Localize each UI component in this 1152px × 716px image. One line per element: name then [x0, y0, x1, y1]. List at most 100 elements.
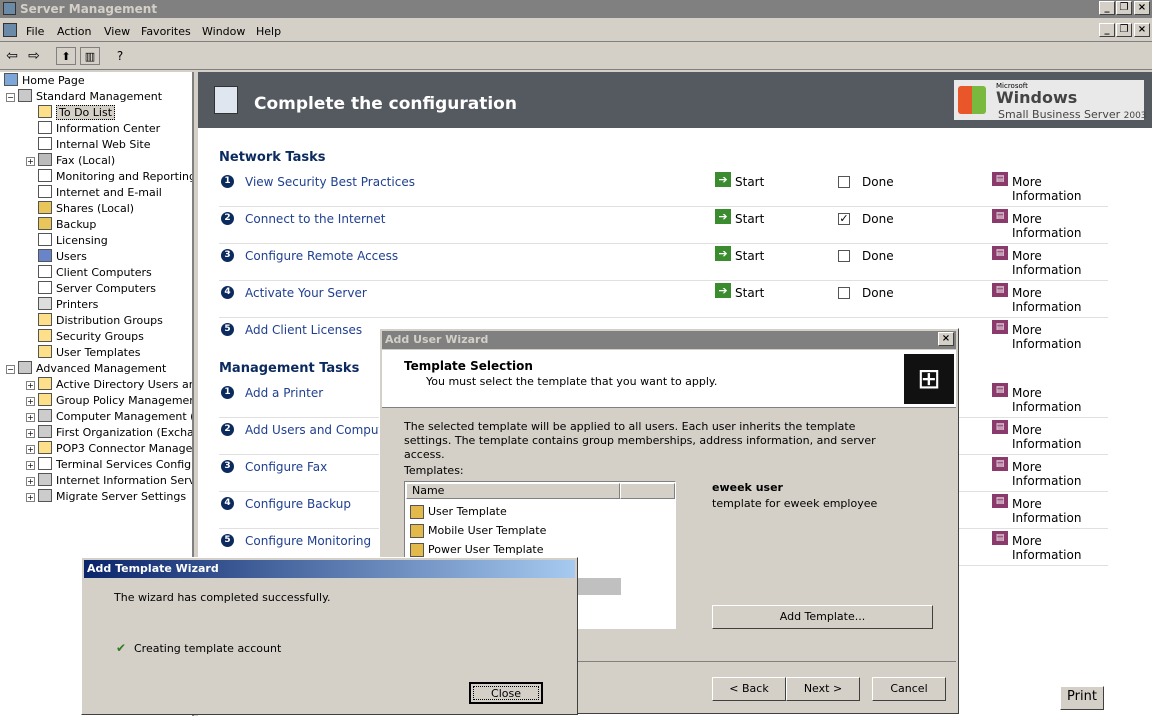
task-link[interactable]: Configure Remote Access: [245, 249, 398, 263]
tree-item-users[interactable]: Users: [38, 249, 87, 265]
menu-favorites[interactable]: Favorites: [141, 25, 191, 38]
book-icon[interactable]: ▤: [992, 383, 1008, 397]
task-link[interactable]: Add Users and Compute: [245, 423, 391, 437]
list-item[interactable]: Mobile User Template: [410, 522, 546, 540]
more-information-link[interactable]: More Information: [1012, 460, 1108, 488]
tree-item-pop3-connector[interactable]: POP3 Connector Manager: [38, 441, 192, 457]
task-link[interactable]: Configure Fax: [245, 460, 327, 474]
task-link[interactable]: Add a Printer: [245, 386, 323, 400]
task-link[interactable]: Connect to the Internet: [245, 212, 385, 226]
tree-item-user-templates[interactable]: User Templates: [38, 345, 141, 361]
task-link[interactable]: Add Client Licenses: [245, 323, 362, 337]
add-template-button[interactable]: Add Template...: [712, 605, 933, 629]
book-icon[interactable]: ▤: [992, 283, 1008, 297]
tree-item-terminal-services[interactable]: Terminal Services Configura: [38, 457, 192, 473]
tree-item-advanced-management[interactable]: Advanced Management: [18, 361, 166, 377]
done-checkbox[interactable]: [838, 250, 850, 262]
tree-item-computer-management[interactable]: Computer Management (Lo: [38, 409, 192, 425]
book-icon[interactable]: ▤: [992, 172, 1008, 186]
tree-item-standard-management[interactable]: Standard Management: [18, 89, 162, 105]
more-information-link[interactable]: More Information: [1012, 212, 1108, 240]
tree-item-group-policy[interactable]: Group Policy Management: [38, 393, 192, 409]
menu-action[interactable]: Action: [57, 25, 91, 38]
more-information-link[interactable]: More Information: [1012, 386, 1108, 414]
tree-item-client-computers[interactable]: Client Computers: [38, 265, 152, 281]
child-close-button[interactable]: ×: [1134, 23, 1150, 37]
up-folder-icon[interactable]: ⬆: [56, 47, 76, 65]
tree-item-security-groups[interactable]: Security Groups: [38, 329, 144, 345]
expand-toggle[interactable]: +: [26, 493, 35, 502]
task-link[interactable]: View Security Best Practices: [245, 175, 415, 189]
tree-item-internal-web-site[interactable]: Internal Web Site: [38, 137, 151, 153]
print-button[interactable]: Print: [1060, 686, 1104, 710]
task-link[interactable]: Configure Backup: [245, 497, 351, 511]
help-icon[interactable]: ?: [110, 47, 130, 65]
book-icon[interactable]: ▤: [992, 320, 1008, 334]
tree-item-backup[interactable]: Backup: [38, 217, 96, 233]
tree-item-iis[interactable]: Internet Information Servic: [38, 473, 192, 489]
tree-item-fax[interactable]: Fax (Local): [38, 153, 115, 169]
more-information-link[interactable]: More Information: [1012, 423, 1108, 451]
expand-toggle[interactable]: +: [26, 397, 35, 406]
child-restore-button[interactable]: ❐: [1116, 23, 1132, 37]
dialog-close-button[interactable]: ×: [938, 332, 954, 346]
expand-toggle[interactable]: +: [26, 445, 35, 454]
expand-toggle[interactable]: +: [26, 381, 35, 390]
next-button[interactable]: Next >: [786, 677, 860, 701]
more-information-link[interactable]: More Information: [1012, 249, 1108, 277]
expand-toggle[interactable]: +: [26, 461, 35, 470]
book-icon[interactable]: ▤: [992, 457, 1008, 471]
book-icon[interactable]: ▤: [992, 531, 1008, 545]
expand-toggle[interactable]: +: [26, 413, 35, 422]
tree-item-information-center[interactable]: Information Center: [38, 121, 160, 137]
expand-toggle[interactable]: +: [26, 429, 35, 438]
expand-toggle[interactable]: +: [26, 157, 35, 166]
column-header-blank[interactable]: [620, 483, 675, 499]
tree-item-active-directory[interactable]: Active Directory Users and: [38, 377, 192, 393]
task-link[interactable]: Activate Your Server: [245, 286, 367, 300]
book-icon[interactable]: ▤: [992, 209, 1008, 223]
menu-view[interactable]: View: [104, 25, 130, 38]
book-icon[interactable]: ▤: [992, 494, 1008, 508]
collapse-toggle[interactable]: −: [6, 365, 15, 374]
back-button[interactable]: < Back: [712, 677, 786, 701]
close-button[interactable]: Close: [469, 682, 543, 704]
start-link[interactable]: Start: [735, 175, 764, 189]
more-information-link[interactable]: More Information: [1012, 323, 1108, 351]
task-link[interactable]: Configure Monitoring: [245, 534, 371, 548]
menu-help[interactable]: Help: [256, 25, 281, 38]
start-link[interactable]: Start: [735, 286, 764, 300]
forward-arrow-icon[interactable]: ⇨: [24, 47, 44, 65]
minimize-button[interactable]: _: [1099, 1, 1115, 15]
expand-toggle[interactable]: +: [26, 477, 35, 486]
column-header-name[interactable]: Name: [406, 483, 620, 499]
tree-item-internet-email[interactable]: Internet and E-mail: [38, 185, 162, 201]
tree-item-distribution-groups[interactable]: Distribution Groups: [38, 313, 163, 329]
child-minimize-button[interactable]: _: [1099, 23, 1115, 37]
tree-item-first-organization[interactable]: First Organization (Exchang: [38, 425, 192, 441]
book-icon[interactable]: ▤: [992, 420, 1008, 434]
tree-item-migrate-server[interactable]: Migrate Server Settings: [38, 489, 186, 505]
more-information-link[interactable]: More Information: [1012, 534, 1108, 562]
tree-item-to-do-list[interactable]: To Do List: [38, 105, 116, 121]
more-information-link[interactable]: More Information: [1012, 497, 1108, 525]
back-arrow-icon[interactable]: ⇦: [2, 47, 22, 65]
tree-item-shares[interactable]: Shares (Local): [38, 201, 134, 217]
start-arrow-icon[interactable]: ➔: [715, 209, 731, 224]
start-arrow-icon[interactable]: ➔: [715, 246, 731, 261]
more-information-link[interactable]: More Information: [1012, 286, 1108, 314]
done-checkbox[interactable]: [838, 287, 850, 299]
tree-item-home-page[interactable]: Home Page: [4, 73, 85, 89]
restore-button[interactable]: ❐: [1116, 1, 1132, 15]
list-item[interactable]: User Template: [410, 503, 507, 521]
start-link[interactable]: Start: [735, 212, 764, 226]
start-arrow-icon[interactable]: ➔: [715, 283, 731, 298]
collapse-toggle[interactable]: −: [6, 93, 15, 102]
tree-item-monitoring[interactable]: Monitoring and Reporting: [38, 169, 192, 185]
done-checkbox[interactable]: ✓: [838, 213, 850, 225]
tree-item-printers[interactable]: Printers: [38, 297, 98, 313]
start-arrow-icon[interactable]: ➔: [715, 172, 731, 187]
start-link[interactable]: Start: [735, 249, 764, 263]
more-information-link[interactable]: More Information: [1012, 175, 1108, 203]
menu-file[interactable]: File: [26, 25, 44, 38]
